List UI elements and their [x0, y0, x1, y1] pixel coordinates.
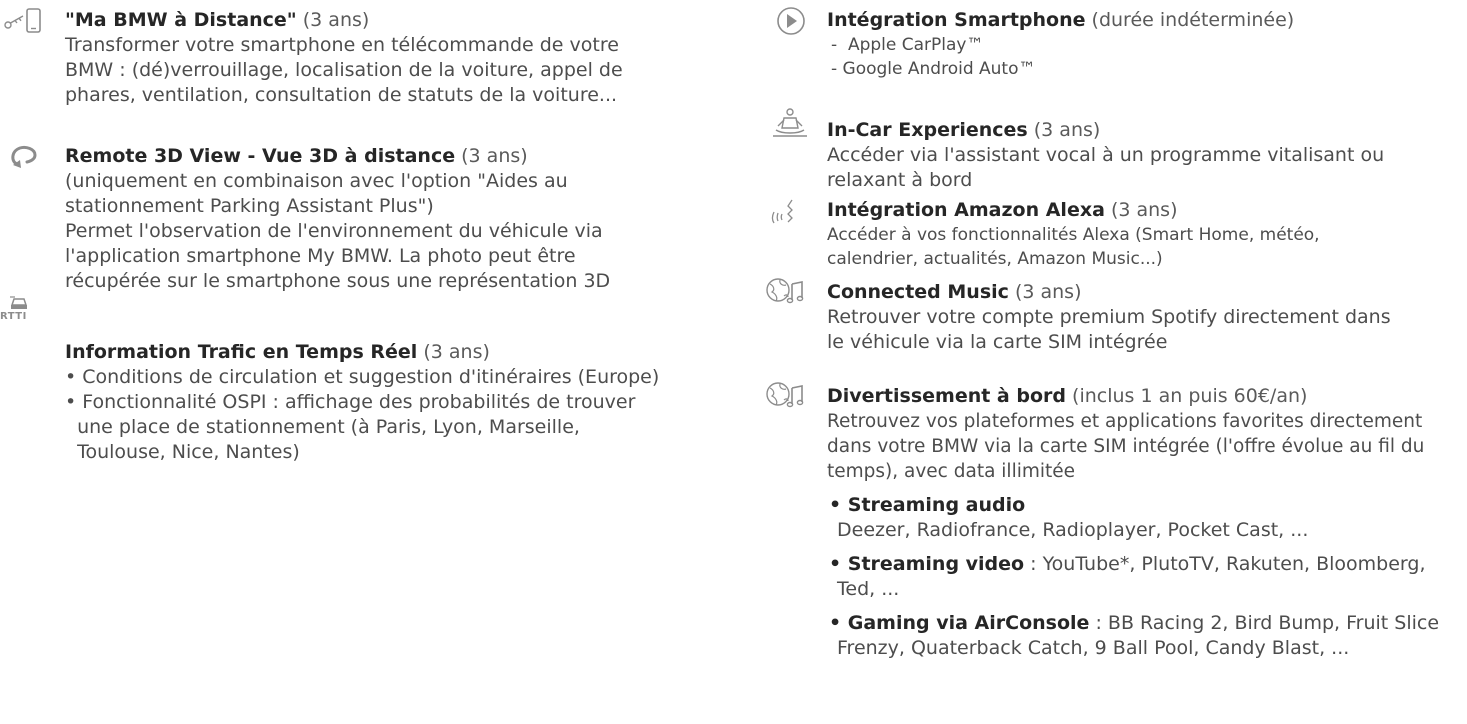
feature-smartphone-item: - Apple CarPlay™	[831, 35, 984, 55]
play-circle-icon	[776, 6, 806, 36]
feature-incar-title-bold: In-Car Experiences	[827, 119, 1028, 141]
feature-alexa-duration: (3 ans)	[1110, 199, 1178, 221]
feature-remote-title: "Ma BMW à Distance" (3 ans)	[65, 8, 720, 33]
feature-3d-view-line: l'application smartphone My BMW. La phot…	[65, 245, 576, 267]
feature-entertainment: Divertissement à bord (inclus 1 an puis …	[760, 380, 1467, 724]
feature-entertainment-line: temps), avec data illimitée	[827, 461, 1076, 482]
bullet-cont: Ted, ...	[837, 578, 900, 600]
feature-traffic-duration: (3 ans)	[423, 341, 490, 363]
bullet-gaming: • Gaming via AirConsole : BB Racing 2, B…	[827, 611, 1467, 636]
bullet-streaming-audio: • Streaming audio	[827, 493, 1467, 518]
globe-music-icon	[764, 276, 804, 306]
feature-entertainment-text: Divertissement à bord (inclus 1 an puis …	[827, 384, 1467, 661]
feature-music-title-bold: Connected Music	[827, 281, 1009, 303]
rtti-label: RTTI	[0, 311, 27, 322]
feature-traffic-title-bold: Information Trafic en Temps Réel	[65, 341, 418, 363]
bullet-label: • Gaming via AirConsole	[829, 612, 1090, 634]
feature-music-text: Connected Music (3 ans) Retrouver votre …	[827, 280, 1467, 355]
feature-alexa-title-bold: Intégration Amazon Alexa	[827, 199, 1105, 221]
feature-alexa-line: Accéder à vos fonctionnalités Alexa (Sma…	[827, 225, 1320, 245]
bullet-cont: Frenzy, Quaterback Catch, 9 Ball Pool, C…	[837, 637, 1350, 659]
feature-smartphone-item: - Google Android Auto™	[831, 59, 1036, 79]
feature-smartphone-duration: (durée indéterminée)	[1091, 9, 1295, 31]
bullet-text: : BB Racing 2, Bird Bump, Fruit Slice	[1089, 612, 1440, 634]
rotate-arrow-icon	[9, 144, 39, 170]
feature-traffic-bullet: • Conditions de circulation et suggestio…	[65, 366, 660, 388]
feature-entertainment-line: Retrouvez vos plateformes et application…	[827, 411, 1423, 432]
bullet-label: • Streaming video	[829, 553, 1025, 575]
feature-incar-line: relaxant à bord	[827, 169, 973, 191]
feature-incar-text: In-Car Experiences (3 ans) Accéder via l…	[827, 118, 1467, 193]
feature-remote-duration: (3 ans)	[302, 9, 370, 31]
feature-traffic-text: Information Trafic en Temps Réel (3 ans)…	[65, 340, 720, 465]
feature-incar-title: In-Car Experiences (3 ans)	[827, 118, 1467, 143]
traffic-car-icon: RTTI	[0, 295, 40, 335]
feature-music: Connected Music (3 ans) Retrouver votre …	[760, 276, 1467, 366]
feature-remote: "Ma BMW à Distance" (3 ans) Transformer …	[0, 2, 720, 106]
bullet-label: • Streaming audio	[829, 494, 1026, 516]
feature-3d-view-text: Remote 3D View - Vue 3D à distance (3 an…	[65, 144, 720, 294]
feature-music-duration: (3 ans)	[1014, 281, 1082, 303]
feature-3d-view-title: Remote 3D View - Vue 3D à distance (3 an…	[65, 144, 720, 169]
feature-3d-view-line: Permet l'observation de l'environnement …	[65, 220, 603, 242]
feature-traffic: Information Trafic en Temps Réel (3 ans)…	[0, 340, 720, 490]
feature-3d-view-line: stationnement Parking Assistant Plus")	[65, 195, 434, 217]
feature-music-line: Retrouver votre compte premium Spotify d…	[827, 306, 1391, 328]
voice-wave-icon	[770, 198, 800, 226]
globe-music-icon	[764, 380, 804, 410]
feature-smartphone-title-bold: Intégration Smartphone	[827, 9, 1086, 31]
bullet-cont: Deezer, Radiofrance, Radioplayer, Pocket…	[837, 519, 1309, 541]
feature-remote-title-bold: "Ma BMW à Distance"	[65, 9, 297, 31]
meditation-icon	[772, 108, 808, 138]
feature-traffic-bullet: • Fonctionnalité OSPI : affichage des pr…	[65, 391, 636, 413]
bullet-streaming-video: • Streaming video : YouTube*, PlutoTV, R…	[827, 552, 1467, 577]
feature-music-line: le véhicule via la carte SIM intégrée	[827, 331, 1168, 353]
feature-alexa-line: calendrier, actualités, Amazon Music...)	[827, 249, 1163, 269]
feature-alexa-text: Intégration Amazon Alexa (3 ans) Accéder…	[827, 198, 1467, 271]
feature-3d-view-title-bold: Remote 3D View - Vue 3D à distance	[65, 145, 456, 167]
feature-traffic-title: Information Trafic en Temps Réel (3 ans)	[65, 340, 720, 365]
feature-3d-view: Remote 3D View - Vue 3D à distance (3 an…	[0, 144, 720, 314]
feature-3d-view-duration: (3 ans)	[461, 145, 528, 167]
feature-incar-duration: (3 ans)	[1033, 119, 1101, 141]
feature-smartphone: Intégration Smartphone (durée indétermin…	[760, 4, 1467, 94]
feature-3d-view-line: (uniquement en combinaison avec l'option…	[65, 170, 568, 192]
feature-entertainment-title: Divertissement à bord (inclus 1 an puis …	[827, 384, 1467, 409]
feature-entertainment-duration: (inclus 1 an puis 60€/an)	[1072, 385, 1308, 407]
feature-remote-line: Transformer votre smartphone en télécomm…	[65, 34, 619, 56]
feature-traffic-bullet-cont: une place de stationnement (à Paris, Lyo…	[65, 416, 580, 438]
feature-3d-view-line: récupérée sur le smartphone sous une rep…	[65, 270, 611, 292]
feature-traffic-bullet-cont: Toulouse, Nice, Nantes)	[65, 441, 300, 463]
feature-remote-line: phares, ventilation, consultation de sta…	[65, 84, 618, 106]
feature-smartphone-title: Intégration Smartphone (durée indétermin…	[827, 8, 1467, 33]
feature-entertainment-line: dans votre BMW via la carte SIM intégrée…	[827, 436, 1425, 457]
feature-entertainment-title-bold: Divertissement à bord	[827, 385, 1066, 407]
feature-smartphone-text: Intégration Smartphone (durée indétermin…	[827, 8, 1467, 81]
feature-remote-line: BMW : (dé)verrouillage, localisation de …	[65, 59, 623, 81]
feature-incar-line: Accéder via l'assistant vocal à un progr…	[827, 144, 1385, 166]
feature-remote-text: "Ma BMW à Distance" (3 ans) Transformer …	[65, 8, 720, 108]
feature-music-title: Connected Music (3 ans)	[827, 280, 1467, 305]
feature-alexa-title: Intégration Amazon Alexa (3 ans)	[827, 198, 1467, 223]
smartphone-key-icon	[3, 8, 43, 34]
bullet-text: : YouTube*, PlutoTV, Rakuten, Bloomberg,	[1024, 553, 1426, 575]
feature-incar: In-Car Experiences (3 ans) Accéder via l…	[760, 108, 1467, 191]
page: "Ma BMW à Distance" (3 ans) Transformer …	[0, 0, 1467, 724]
feature-alexa: Intégration Amazon Alexa (3 ans) Accéder…	[760, 198, 1467, 278]
